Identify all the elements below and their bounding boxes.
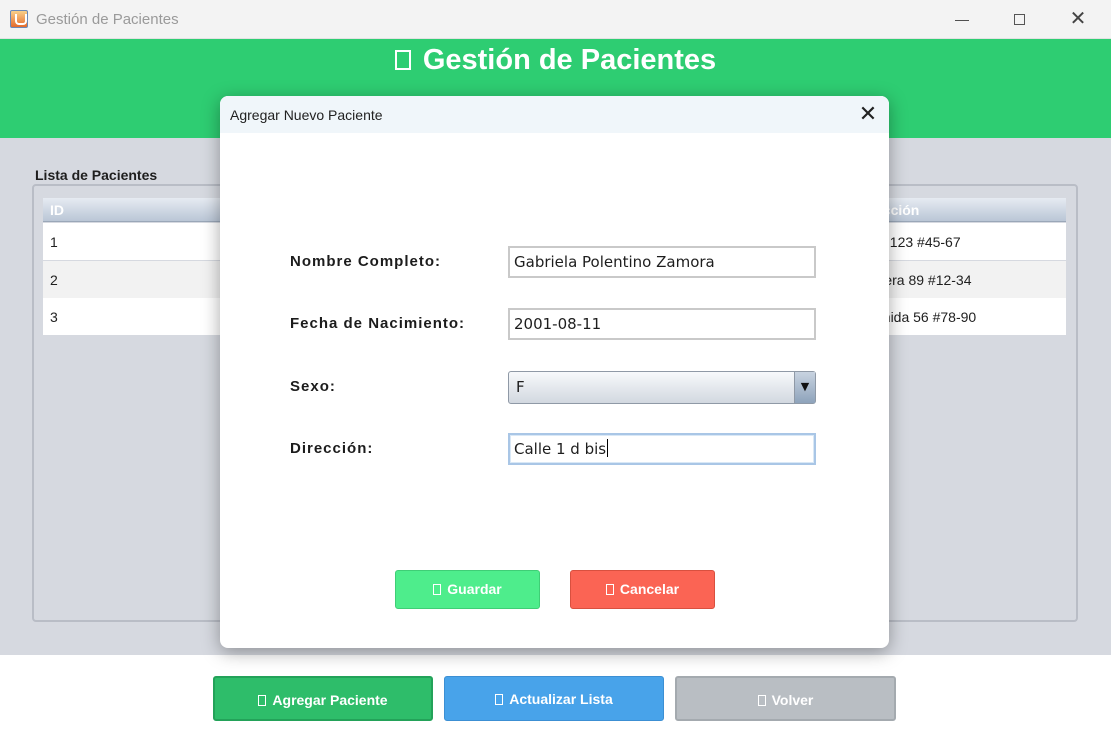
- page-title: Gestión de Pacientes: [0, 44, 1111, 77]
- missing-glyph-icon: [757, 695, 766, 706]
- dialog-title: Agregar Nuevo Paciente: [230, 107, 383, 123]
- direccion-field-value: Calle 1 d bis: [514, 440, 607, 458]
- minimize-button[interactable]: —: [934, 0, 990, 39]
- page-title-text: Gestión de Pacientes: [422, 44, 717, 76]
- close-window-button[interactable]: ✕: [1050, 0, 1106, 39]
- list-label: Lista de Pacientes: [35, 167, 158, 183]
- dialog-titlebar: Agregar Nuevo Paciente ✕: [220, 96, 889, 133]
- nombre-field[interactable]: Gabriela Polentino Zamora: [508, 246, 816, 278]
- nombre-label: Nombre Completo:: [290, 253, 441, 270]
- missing-glyph-icon: [258, 695, 267, 706]
- missing-glyph-icon: [433, 584, 442, 595]
- fecha-label: Fecha de Nacimiento:: [290, 315, 466, 332]
- missing-glyph-icon: [394, 50, 411, 70]
- sexo-selected-value: F: [516, 378, 525, 396]
- add-patient-dialog: Agregar Nuevo Paciente ✕ Nombre Completo…: [220, 96, 889, 648]
- direccion-field[interactable]: Calle 1 d bis: [508, 433, 816, 465]
- back-label: Volver: [771, 692, 814, 708]
- dialog-close-button[interactable]: ✕: [850, 98, 886, 130]
- maximize-button[interactable]: [991, 0, 1047, 39]
- sexo-select[interactable]: F ▼: [508, 371, 816, 404]
- add-patient-label: Agregar Paciente: [272, 692, 388, 708]
- direccion-label: Dirección:: [290, 440, 374, 457]
- window-title: Gestión de Pacientes: [36, 11, 179, 28]
- cancel-label: Cancelar: [619, 581, 680, 597]
- java-app-icon: [10, 10, 28, 28]
- save-button[interactable]: Guardar: [395, 570, 540, 609]
- cell-id: 3: [50, 309, 58, 325]
- back-button[interactable]: Volver: [675, 676, 896, 721]
- cell-direccion: enida 56 #78-90: [875, 309, 977, 325]
- fecha-field[interactable]: 2001-08-11: [508, 308, 816, 340]
- save-label: Guardar: [447, 581, 502, 597]
- column-header-id[interactable]: ID: [50, 202, 64, 218]
- maximize-icon: [1014, 14, 1025, 25]
- cell-direccion: rrera 89 #12-34: [875, 272, 972, 288]
- missing-glyph-icon: [605, 584, 614, 595]
- cell-id: 2: [50, 272, 58, 288]
- sexo-label: Sexo:: [290, 378, 336, 395]
- text-caret: [607, 439, 609, 457]
- add-patient-button[interactable]: Agregar Paciente: [213, 676, 433, 721]
- refresh-list-label: Actualizar Lista: [509, 691, 613, 707]
- dropdown-arrow-icon[interactable]: ▼: [794, 372, 815, 403]
- cell-id: 1: [50, 234, 58, 250]
- missing-glyph-icon: [495, 694, 504, 705]
- cancel-button[interactable]: Cancelar: [570, 570, 715, 609]
- window-titlebar: Gestión de Pacientes — ✕: [0, 0, 1111, 39]
- refresh-list-button[interactable]: Actualizar Lista: [444, 676, 664, 721]
